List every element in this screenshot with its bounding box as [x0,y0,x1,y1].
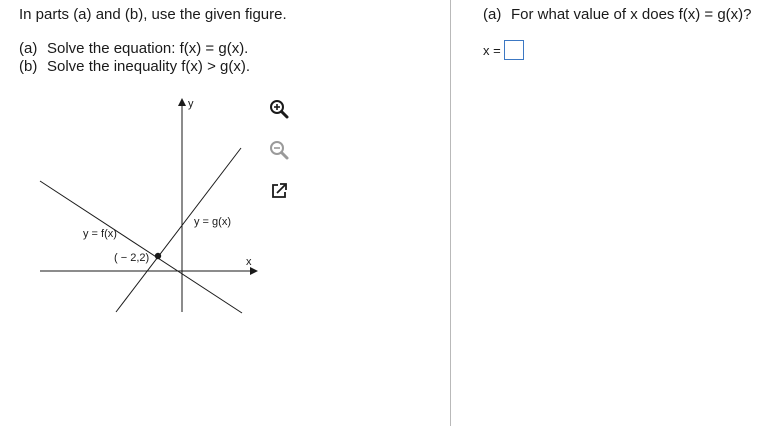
question-body: For what value of x does f(x) = g(x)? [511,6,752,23]
y-axis-label: y [188,98,194,110]
line-g [115,147,242,313]
question-letter: (a) [483,6,502,23]
answer-row: x = [483,40,524,60]
x-axis-label: x [246,256,252,268]
popout-button[interactable] [266,178,292,204]
zoom-in-button[interactable] [266,96,292,122]
point-label: ( − 2,2) [114,252,149,264]
answer-label: x = [483,42,501,58]
answer-input[interactable] [503,40,524,60]
popout-icon [272,183,287,198]
line-f [39,180,243,314]
f-label: y = f(x) [83,228,117,240]
figure-pane: In parts (a) and (b), use the given figu… [0,0,450,426]
zoom-out-icon [270,141,289,160]
intersection-point [154,252,162,260]
zoom-in-icon [270,100,289,119]
zoom-out-button[interactable] [266,137,292,163]
graph-figure: y x y = f(x) y = g(x) ( − 2,2) [39,98,258,314]
g-label: y = g(x) [194,216,231,228]
question-text: (a) For what value of x does f(x) = g(x)? [483,6,752,23]
answer-pane: (a) For what value of x does f(x) = g(x)?… [451,0,759,426]
